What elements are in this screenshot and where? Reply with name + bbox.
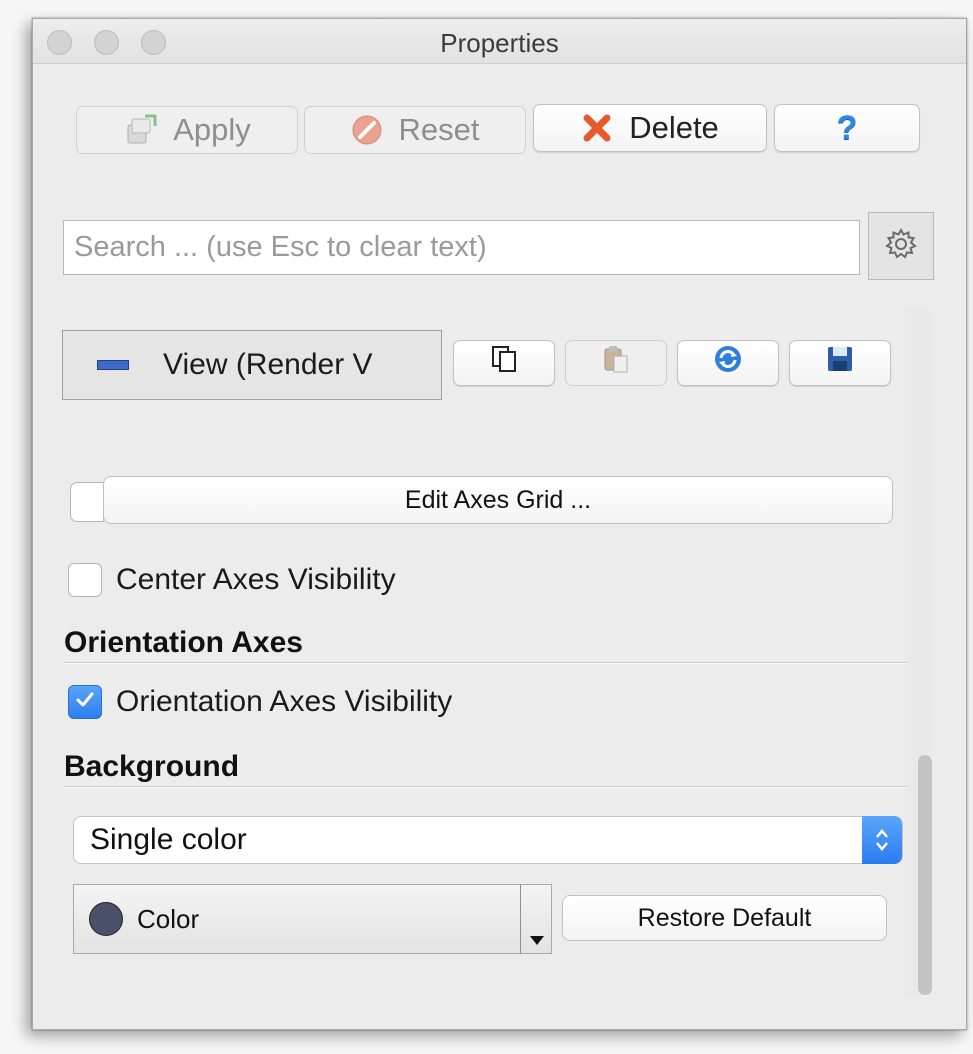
orientation-axes-divider bbox=[64, 662, 908, 663]
delete-button[interactable]: Delete bbox=[533, 104, 767, 152]
color-swatch bbox=[89, 902, 123, 936]
orientation-axes-checkbox[interactable] bbox=[68, 685, 102, 719]
background-color-button[interactable]: Color bbox=[73, 884, 521, 954]
help-icon: ? bbox=[836, 108, 858, 147]
center-axes-row: Center Axes Visibility bbox=[68, 563, 396, 597]
edit-axes-grid-button[interactable]: Edit Axes Grid ... bbox=[103, 476, 893, 524]
center-axes-label: Center Axes Visibility bbox=[116, 563, 396, 596]
save-button[interactable] bbox=[789, 340, 891, 386]
background-mode-value: Single color bbox=[90, 823, 247, 856]
paste-button[interactable] bbox=[565, 340, 667, 386]
view-label: View (Render V bbox=[163, 348, 373, 381]
save-icon bbox=[825, 344, 855, 382]
properties-window: Properties bbox=[32, 18, 967, 1030]
title-bar: Properties bbox=[33, 19, 966, 64]
select-arrows-icon bbox=[862, 816, 902, 864]
dropdown-arrow-icon bbox=[530, 936, 544, 945]
search-input[interactable] bbox=[63, 220, 860, 275]
axes-grid-checkbox[interactable] bbox=[70, 482, 104, 522]
orientation-axes-row: Orientation Axes Visibility bbox=[68, 685, 452, 719]
scrollbar-thumb[interactable] bbox=[918, 755, 932, 995]
help-button[interactable]: ? bbox=[774, 104, 920, 152]
orientation-axes-label: Orientation Axes Visibility bbox=[116, 685, 453, 718]
restore-default-label: Restore Default bbox=[637, 903, 812, 932]
center-axes-checkbox[interactable] bbox=[68, 563, 102, 597]
background-mode-select[interactable]: Single color bbox=[73, 816, 903, 864]
reset-button[interactable]: Reset bbox=[304, 106, 526, 154]
render-view-icon bbox=[97, 360, 129, 370]
apply-button[interactable]: Apply bbox=[76, 106, 298, 154]
paste-icon bbox=[601, 344, 631, 382]
view-header: View (Render V bbox=[62, 330, 442, 400]
reset-label: Reset bbox=[398, 112, 480, 147]
window-title: Properties bbox=[440, 28, 559, 58]
gear-icon bbox=[884, 227, 918, 266]
checkmark-icon bbox=[74, 685, 96, 719]
reload-button[interactable] bbox=[677, 340, 779, 386]
orientation-axes-header: Orientation Axes bbox=[64, 626, 303, 659]
delete-label: Delete bbox=[629, 110, 719, 145]
copy-button[interactable] bbox=[453, 340, 555, 386]
reset-icon bbox=[351, 114, 383, 146]
edit-axes-grid-label: Edit Axes Grid ... bbox=[404, 485, 592, 514]
copy-icon bbox=[489, 344, 519, 382]
apply-icon bbox=[123, 113, 157, 147]
color-dropdown-button[interactable] bbox=[520, 884, 552, 954]
restore-default-button[interactable]: Restore Default bbox=[562, 895, 887, 941]
background-header: Background bbox=[64, 750, 240, 783]
background-divider bbox=[64, 786, 908, 787]
delete-icon bbox=[581, 112, 613, 144]
color-label: Color bbox=[137, 903, 200, 934]
apply-label: Apply bbox=[173, 112, 251, 147]
advanced-properties-toggle[interactable] bbox=[868, 212, 934, 280]
refresh-icon bbox=[712, 343, 744, 383]
